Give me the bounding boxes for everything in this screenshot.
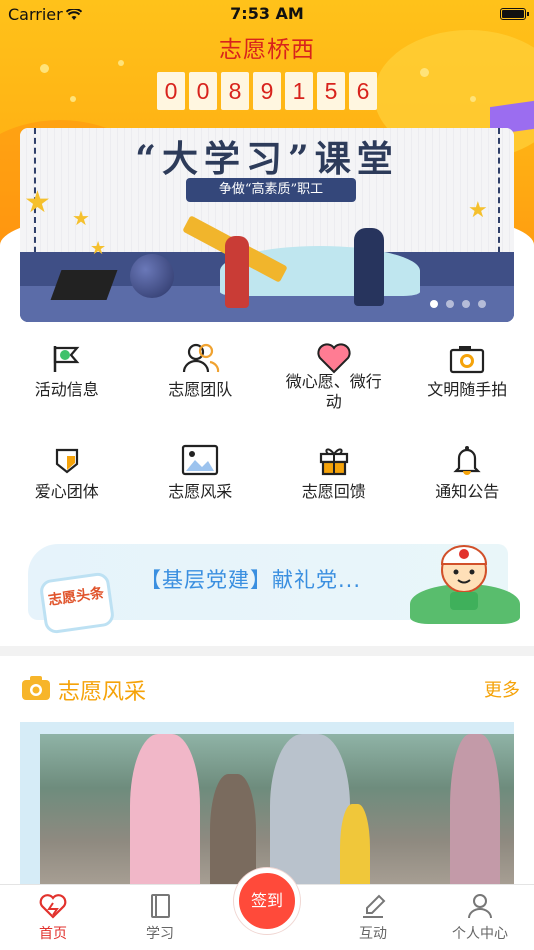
- photo-figure: [450, 734, 500, 890]
- headline-badge: 志愿头条: [38, 571, 116, 635]
- grid-item-charity-group[interactable]: 爱心团体: [0, 434, 134, 536]
- banner-carousel[interactable]: “大学习”课堂 争做“高素质”职工 ★ ★ ★ ★: [20, 128, 514, 322]
- star-icon: ★: [468, 198, 488, 223]
- star-icon: ★: [72, 206, 90, 230]
- volunteer-counter: 0 0 8 9 1 5 6: [157, 72, 377, 110]
- book-icon: [151, 894, 170, 918]
- banner-title: “大学习”课堂: [135, 138, 399, 180]
- more-link[interactable]: 更多: [484, 676, 520, 702]
- counter-digit: 0: [189, 72, 217, 110]
- photo-figure: [270, 734, 350, 890]
- featured-photo[interactable]: [20, 722, 514, 890]
- graduation-cap-illustration: [50, 270, 118, 300]
- tab-label: 互动: [359, 926, 387, 942]
- camera-icon: [450, 346, 485, 374]
- tab-interact[interactable]: 互动: [333, 893, 413, 943]
- photo-figure: [130, 734, 200, 890]
- edit-icon: [363, 894, 386, 918]
- sign-in-button[interactable]: 签到: [234, 868, 300, 934]
- tab-study[interactable]: 学习: [120, 893, 200, 943]
- flag-icon: [53, 346, 80, 372]
- counter-digit: 0: [157, 72, 185, 110]
- battery-icon: [500, 8, 529, 20]
- carousel-dot[interactable]: [430, 300, 438, 308]
- tab-label: 学习: [146, 926, 174, 942]
- grid-item-volunteer-style[interactable]: 志愿风采: [134, 434, 268, 536]
- person-icon: [468, 894, 492, 919]
- reader-illustration: [354, 228, 384, 306]
- section-title: 志愿风采: [58, 680, 147, 705]
- team-icon: [183, 343, 220, 373]
- counter-digit: 9: [253, 72, 281, 110]
- globe-illustration: [130, 254, 174, 298]
- grid-item-label: 微心愿、微行动: [285, 372, 382, 411]
- heart-icon: [317, 343, 351, 374]
- star-icon: ★: [90, 238, 107, 259]
- tab-label: 首页: [39, 926, 67, 942]
- counter-digit: 5: [317, 72, 345, 110]
- tab-home[interactable]: 首页: [13, 893, 93, 943]
- banner-subtitle: 争做“高素质”职工: [186, 178, 356, 202]
- star-icon: ★: [24, 185, 51, 220]
- gift-icon: [319, 448, 348, 476]
- page-title: 志愿桥西: [219, 37, 315, 63]
- mascot-icon: [440, 545, 488, 610]
- carousel-dot[interactable]: [446, 300, 454, 308]
- decoration-dot: [70, 96, 76, 102]
- feature-grid: 活动信息 志愿团队 微心愿、微行动 文明随手拍 爱心团体 志愿风采 志愿回馈 通…: [0, 332, 534, 536]
- grid-item-micro-wish[interactable]: 微心愿、微行动: [267, 332, 401, 434]
- section-divider: [0, 646, 534, 656]
- grid-item-civil-snapshot[interactable]: 文明随手拍: [401, 332, 534, 434]
- headline-banner[interactable]: 志愿头条 【基层党建】献礼党...: [20, 536, 520, 635]
- photo-figure: [340, 804, 370, 890]
- counter-digit: 6: [349, 72, 377, 110]
- headline-text[interactable]: 【基层党建】献礼党...: [140, 564, 361, 594]
- grid-item-label: 爱心团体: [34, 482, 99, 501]
- grid-item-label: 志愿团队: [168, 380, 233, 399]
- decoration-dot: [40, 64, 49, 73]
- tab-label: 个人中心: [452, 926, 508, 942]
- home-heart-icon: [39, 894, 67, 919]
- grid-item-volunteer-team[interactable]: 志愿团队: [134, 332, 268, 434]
- grid-item-activity-info[interactable]: 活动信息: [0, 332, 134, 434]
- camera-icon: [22, 676, 50, 700]
- tab-profile[interactable]: 个人中心: [440, 893, 520, 943]
- image-icon: [182, 444, 219, 476]
- grid-item-label: 活动信息: [34, 380, 99, 399]
- carousel-dot[interactable]: [478, 300, 486, 308]
- photo-image: [40, 734, 514, 890]
- status-bar: Carrier 7:53 AM: [0, 0, 534, 28]
- counter-digit: 1: [285, 72, 313, 110]
- shield-icon: [55, 448, 78, 474]
- grid-item-label: 志愿风采: [168, 482, 233, 501]
- grid-item-notice[interactable]: 通知公告: [401, 434, 534, 536]
- decoration-dot: [420, 68, 429, 77]
- headline-badge-label: 志愿头条: [47, 585, 106, 609]
- student-illustration: [225, 236, 249, 308]
- carousel-dot[interactable]: [462, 300, 470, 308]
- counter-digit: 8: [221, 72, 249, 110]
- section-header: 志愿风采 更多: [20, 672, 520, 706]
- grid-item-label: 文明随手拍: [427, 380, 508, 399]
- grid-item-label: 通知公告: [435, 482, 500, 501]
- carousel-indicator[interactable]: [430, 300, 486, 308]
- grid-item-volunteer-reward[interactable]: 志愿回馈: [267, 434, 401, 536]
- clock: 7:53 AM: [230, 4, 304, 23]
- bell-icon: [453, 446, 481, 475]
- decoration-dot: [470, 96, 476, 102]
- grid-item-label: 志愿回馈: [301, 482, 366, 501]
